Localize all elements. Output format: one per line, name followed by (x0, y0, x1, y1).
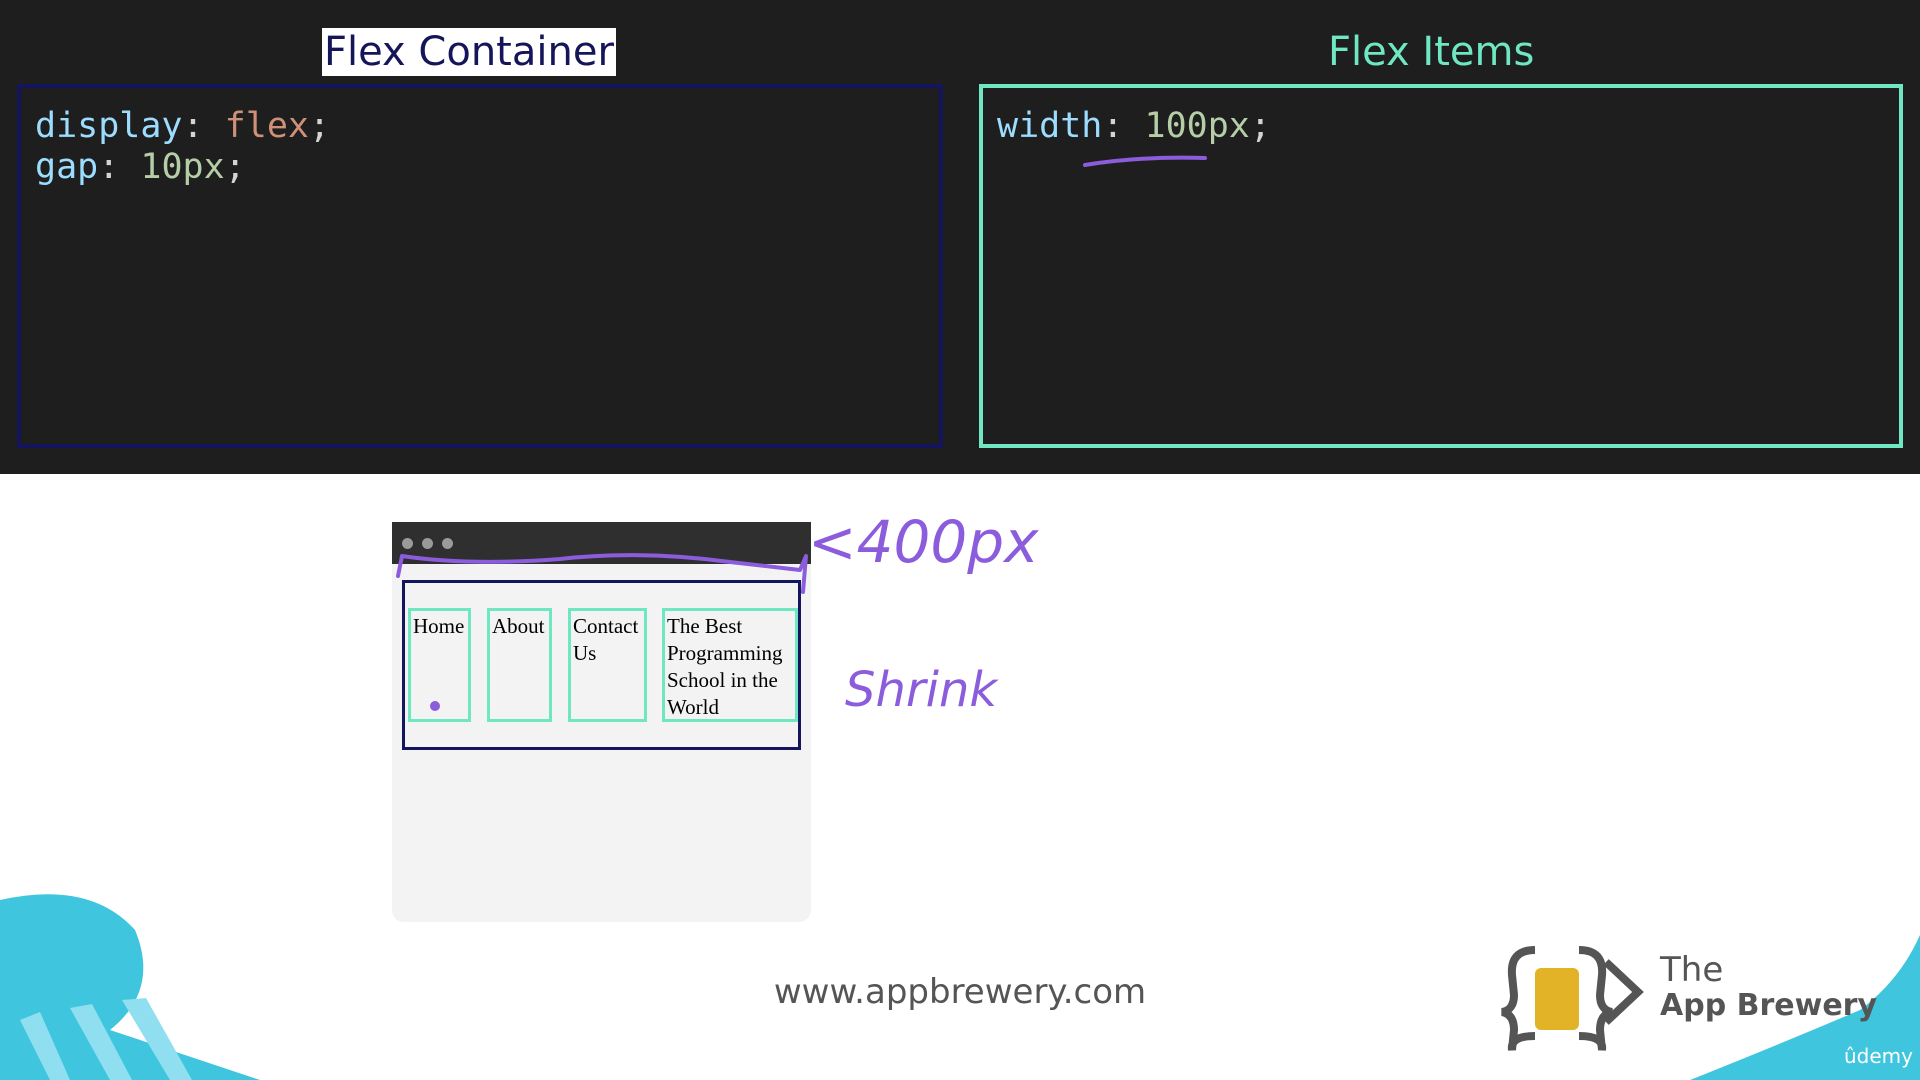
flex-item-best-school: The Best Programming School in the World (662, 608, 798, 722)
code-value: 10px (140, 147, 225, 187)
website-url: www.appbrewery.com (773, 972, 1147, 1012)
browser-mockup: Home About Contact Us The Best Programmi… (392, 522, 811, 922)
flex-items-code-panel: width: 100px; (979, 84, 1903, 448)
width-annotation: <400px (808, 508, 1039, 576)
code-semicolon: ; (224, 147, 246, 187)
flex-item-contact: Contact Us (568, 608, 647, 722)
flex-item-home: Home (408, 608, 471, 722)
brand-the: The (1660, 950, 1724, 990)
flex-item-about: About (487, 608, 552, 722)
code-colon: : (182, 106, 225, 146)
code-value: 100px (1144, 106, 1250, 146)
code-line-gap: gap: 10px; (35, 147, 925, 188)
code-line-display: display: flex; (35, 106, 925, 147)
code-colon: : (1102, 106, 1145, 146)
window-dot-icon (442, 538, 453, 549)
brand-name: App Brewery (1660, 988, 1878, 1023)
window-dot-icon (422, 538, 433, 549)
code-colon: : (98, 147, 141, 187)
code-property: gap (35, 147, 99, 187)
flex-items-heading: Flex Items (1328, 29, 1535, 75)
code-line-width: width: 100px; (997, 106, 1885, 147)
shrink-annotation: Shrink (845, 662, 998, 718)
flex-container-heading: Flex Container (322, 28, 616, 76)
code-property: width (997, 106, 1103, 146)
brand-wordmark: The App Brewery (1660, 952, 1877, 1024)
code-semicolon: ; (308, 106, 331, 146)
code-area: Flex Container Flex Items display: flex;… (0, 0, 1920, 474)
code-value: flex (224, 106, 309, 146)
window-dot-icon (402, 538, 413, 549)
flex-container-code-panel: display: flex; gap: 10px; (17, 84, 943, 448)
browser-title-bar (392, 522, 811, 564)
udemy-watermark: ûdemy (1844, 1044, 1913, 1068)
code-semicolon: ; (1249, 106, 1271, 146)
flex-container-box: Home About Contact Us The Best Programmi… (402, 580, 801, 750)
code-property: display (35, 106, 183, 146)
